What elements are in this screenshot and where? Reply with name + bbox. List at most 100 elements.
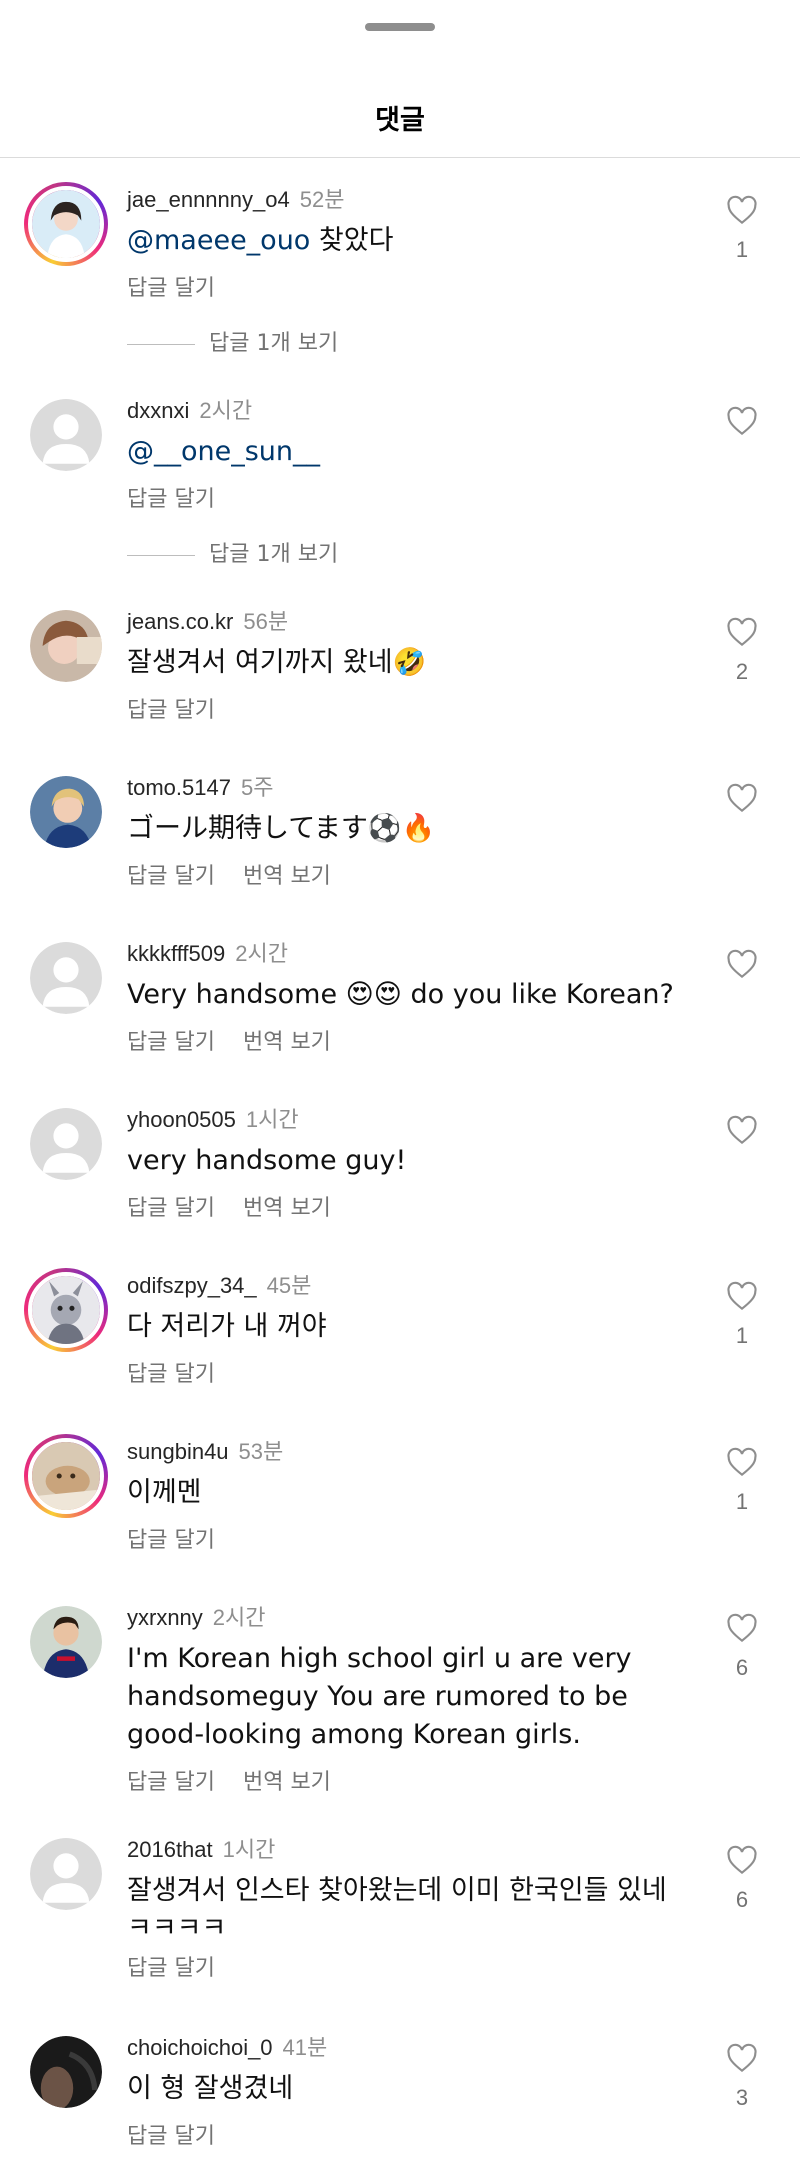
- avatar[interactable]: [24, 1268, 108, 1352]
- heart-icon: [727, 949, 757, 979]
- avatar[interactable]: [24, 1434, 108, 1518]
- comment-actions: 답글 달기: [127, 1356, 243, 1388]
- username[interactable]: sungbin4u: [127, 1439, 229, 1464]
- reply-button[interactable]: 답글 달기: [127, 487, 215, 512]
- timestamp: 2시간: [235, 941, 288, 966]
- like-button[interactable]: [726, 949, 758, 979]
- reply-button[interactable]: 답글 달기: [127, 1528, 215, 1553]
- timestamp: 5주: [240, 775, 274, 800]
- heart-icon: [727, 1281, 757, 1311]
- like-button[interactable]: [726, 617, 758, 647]
- avatar[interactable]: [30, 1606, 102, 1678]
- username[interactable]: dxxnxi: [127, 398, 189, 423]
- comment-meta: sungbin4u 53분: [127, 1434, 283, 1466]
- avatar[interactable]: [30, 399, 102, 471]
- drag-handle[interactable]: [365, 23, 435, 31]
- heart-icon: [727, 1447, 757, 1477]
- translate-button[interactable]: 번역 보기: [243, 864, 331, 889]
- comment-text: 잘생겨서 여기까지 왔네🤣: [127, 647, 427, 678]
- comment-actions: 답글 달기 번역 보기: [127, 1190, 359, 1222]
- default-avatar-icon: [30, 399, 102, 471]
- like-button[interactable]: [726, 783, 758, 813]
- username[interactable]: yxrxnny: [127, 1605, 203, 1630]
- reply-button[interactable]: 답글 달기: [127, 1030, 215, 1055]
- default-avatar-icon: [30, 942, 102, 1014]
- like-button[interactable]: [726, 195, 758, 225]
- username[interactable]: odifszpy_34_: [127, 1273, 257, 1298]
- comment-meta: yhoon0505 1시간: [127, 1102, 299, 1134]
- view-replies-label: 답글 1개 보기: [209, 542, 339, 567]
- comments-sheet-header: 댓글: [0, 0, 800, 158]
- avatar[interactable]: [30, 610, 102, 682]
- heart-icon: [727, 195, 757, 225]
- username[interactable]: jeans.co.kr: [127, 609, 233, 634]
- avatar[interactable]: [30, 942, 102, 1014]
- username[interactable]: kkkkfff509: [127, 941, 225, 966]
- timestamp: 53분: [238, 1439, 284, 1464]
- reply-button[interactable]: 답글 달기: [127, 276, 215, 301]
- reply-button[interactable]: 답글 달기: [127, 1770, 215, 1795]
- timestamp: 2시간: [212, 1605, 266, 1630]
- username[interactable]: yhoon0505: [127, 1107, 236, 1132]
- reply-button[interactable]: 답글 달기: [127, 864, 215, 889]
- timestamp: 41분: [282, 2035, 328, 2060]
- mention-link[interactable]: @__one_sun__: [127, 436, 320, 467]
- username[interactable]: choichoichoi_0: [127, 2035, 273, 2060]
- replies-divider: [127, 554, 195, 556]
- reply-button[interactable]: 답글 달기: [127, 1362, 215, 1387]
- default-avatar-icon: [30, 1108, 102, 1180]
- avatar[interactable]: [30, 776, 102, 848]
- translate-button[interactable]: 번역 보기: [243, 1770, 331, 1795]
- username[interactable]: jae_ennnnny_o4: [127, 187, 290, 212]
- avatar[interactable]: [30, 1838, 102, 1910]
- avatar[interactable]: [30, 2036, 102, 2108]
- like-count: 1: [735, 1323, 749, 1348]
- timestamp: 56분: [243, 609, 289, 634]
- like-count: 3: [735, 2085, 749, 2110]
- comment-actions: 답글 달기 번역 보기: [127, 1764, 359, 1796]
- timestamp: 1시간: [222, 1837, 276, 1862]
- like-button[interactable]: [726, 2043, 758, 2073]
- reply-button[interactable]: 답글 달기: [127, 1956, 215, 1981]
- comment-text: I'm Korean high school girl u are very h…: [127, 1643, 632, 1750]
- avatar[interactable]: [30, 1108, 102, 1180]
- heart-icon: [727, 617, 757, 647]
- comment-meta: dxxnxi 2시간: [127, 393, 252, 425]
- reply-button[interactable]: 답글 달기: [127, 2124, 215, 2149]
- replies-divider: [127, 343, 195, 345]
- reply-button[interactable]: 답글 달기: [127, 1196, 215, 1221]
- heart-icon: [727, 406, 757, 436]
- like-button[interactable]: [726, 1447, 758, 1477]
- translate-button[interactable]: 번역 보기: [243, 1030, 331, 1055]
- timestamp: 2시간: [199, 398, 253, 423]
- view-replies-button[interactable]: 답글 1개 보기: [127, 536, 338, 568]
- comment-meta: 2016that 1시간: [127, 1832, 275, 1864]
- like-button[interactable]: [726, 406, 758, 436]
- comment-meta: choichoichoi_0 41분: [127, 2030, 327, 2062]
- mention-link[interactable]: @maeee_ouo: [127, 225, 310, 256]
- comment-text: Very handsome 😍😍 do you like Korean?: [127, 979, 674, 1010]
- comment-actions: 답글 달기: [127, 1522, 243, 1554]
- comment-text: @maeee_ouo 찾았다: [127, 222, 687, 260]
- timestamp: 52분: [299, 187, 345, 212]
- like-button[interactable]: [726, 1613, 758, 1643]
- like-button[interactable]: [726, 1845, 758, 1875]
- like-button[interactable]: [726, 1281, 758, 1311]
- comment-meta: tomo.5147 5주: [127, 770, 273, 802]
- view-replies-button[interactable]: 답글 1개 보기: [127, 325, 338, 357]
- like-button[interactable]: [726, 1115, 758, 1145]
- view-replies-label: 답글 1개 보기: [209, 331, 339, 356]
- comment-text: @__one_sun__: [127, 433, 687, 471]
- comment-actions: 답글 달기: [127, 692, 243, 724]
- translate-button[interactable]: 번역 보기: [243, 1196, 331, 1221]
- username[interactable]: tomo.5147: [127, 775, 231, 800]
- username[interactable]: 2016that: [127, 1837, 213, 1862]
- comment-text: 이께멘: [127, 1477, 202, 1508]
- comment-text: ゴール期待してます⚽🔥: [127, 813, 436, 844]
- default-avatar-icon: [30, 1838, 102, 1910]
- comment-meta: yxrxnny 2시간: [127, 1600, 266, 1632]
- reply-button[interactable]: 답글 달기: [127, 698, 215, 723]
- avatar[interactable]: [24, 182, 108, 266]
- comment-actions: 답글 달기 번역 보기: [127, 1024, 359, 1056]
- comment-meta: kkkkfff509 2시간: [127, 936, 288, 968]
